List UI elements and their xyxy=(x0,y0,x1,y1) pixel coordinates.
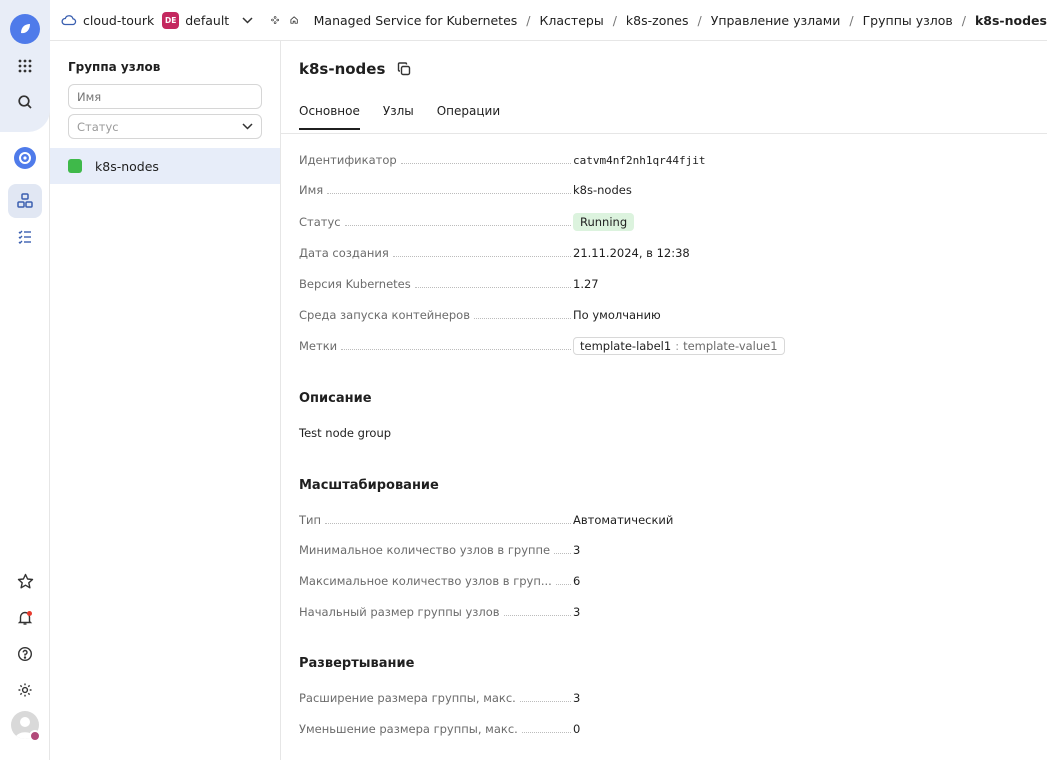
created-value: 21.11.2024, в 12:38 xyxy=(573,246,690,260)
info-row-k8s-version: Версия Kubernetes 1.27 xyxy=(299,275,819,293)
tab-operations[interactable]: Операции xyxy=(437,104,500,130)
description-title: Описание xyxy=(299,391,372,406)
breadcrumb-current: k8s-nodes xyxy=(974,12,1047,28)
breadcrumb-node-groups[interactable]: Группы узлов xyxy=(863,13,953,28)
info-row-id: Идентификатор catvm4nf2nh1qr44fjit xyxy=(299,151,819,169)
left-rail xyxy=(0,0,50,760)
info-row-runtime: Среда запуска контейнеров По умолчанию xyxy=(299,306,819,324)
status-badge: Running xyxy=(573,213,635,231)
status-filter-placeholder: Статус xyxy=(77,119,119,134)
label-value: template-value1 xyxy=(683,339,778,353)
star-icon[interactable] xyxy=(8,564,42,598)
description-text: Test node group xyxy=(299,426,392,440)
name-value: k8s-nodes xyxy=(573,183,632,197)
initial-size-value: 3 xyxy=(573,605,581,619)
panel-title: Группа узлов xyxy=(68,60,161,74)
folder-name: default xyxy=(185,12,230,28)
notification-dot xyxy=(27,611,32,616)
label-chip[interactable]: template-label1 : template-value1 xyxy=(573,337,785,355)
info-row-max-nodes: Максимальное количество узлов в груп... … xyxy=(299,572,819,590)
k8s-version-label: Версия Kubernetes xyxy=(299,277,411,291)
max-nodes-value: 6 xyxy=(573,574,581,588)
tab-nodes[interactable]: Узлы xyxy=(383,104,414,130)
main-content: k8s-nodes Основное Узлы Операции Идентиф… xyxy=(281,41,1047,760)
status-filter-select[interactable]: Статус xyxy=(68,114,262,139)
kubernetes-service-icon[interactable] xyxy=(8,141,42,175)
page-title: k8s-nodes xyxy=(299,60,386,78)
cloud-icon xyxy=(61,15,77,26)
min-nodes-label: Минимальное количество узлов в группе xyxy=(299,543,551,557)
top-header: cloud-tourk DE default Managed Service f… xyxy=(50,0,1047,41)
info-row-min-nodes: Минимальное количество узлов в группе 3 xyxy=(299,541,819,559)
info-row-created: Дата создания 21.11.2024, в 12:38 xyxy=(299,244,819,262)
name-filter-input[interactable] xyxy=(68,84,262,109)
breadcrumb-k8s-service[interactable]: Managed Service for Kubernetes xyxy=(314,13,518,28)
node-group-name: k8s-nodes xyxy=(95,158,159,174)
scaling-title: Масштабирование xyxy=(299,478,439,493)
avatar-badge xyxy=(29,730,41,742)
breadcrumb-clusters[interactable]: Кластеры xyxy=(540,13,604,28)
cloud-logo-icon[interactable] xyxy=(10,14,40,44)
chevron-down-icon[interactable] xyxy=(242,16,253,24)
breadcrumb-cluster[interactable]: k8s-zones xyxy=(626,13,689,28)
search-icon[interactable] xyxy=(8,85,42,119)
folder-badge: DE xyxy=(162,11,180,29)
breadcrumb-separator: / xyxy=(697,12,702,28)
id-label: Идентификатор xyxy=(299,153,397,167)
node-management-icon[interactable] xyxy=(8,184,42,218)
breadcrumb-separator: / xyxy=(526,12,531,28)
scaling-type-label: Тип xyxy=(299,513,322,527)
copy-icon[interactable] xyxy=(396,61,412,77)
info-row-scaling-type: Тип Автоматический xyxy=(299,511,819,529)
deployment-title: Развертывание xyxy=(299,656,415,671)
labels-label: Метки xyxy=(299,339,338,353)
created-label: Дата создания xyxy=(299,246,389,260)
chevron-down-icon xyxy=(242,123,253,130)
breadcrumb-separator: / xyxy=(849,12,854,28)
runtime-label: Среда запуска контейнеров xyxy=(299,308,470,322)
settings-gear-icon[interactable] xyxy=(8,673,42,707)
operations-list-icon[interactable] xyxy=(8,220,42,254)
cloud-name: cloud-tourk xyxy=(83,12,155,28)
cloud-selector[interactable]: cloud-tourk DE default xyxy=(61,11,253,29)
info-row-name: Имя k8s-nodes xyxy=(299,181,819,199)
id-value: catvm4nf2nh1qr44fjit xyxy=(573,153,706,167)
name-label: Имя xyxy=(299,183,324,197)
tabs: Основное Узлы Операции xyxy=(299,104,523,130)
info-row-initial-size: Начальный размер группы узлов 3 xyxy=(299,603,819,621)
max-expansion-value: 3 xyxy=(573,691,581,705)
group-status-square-icon xyxy=(68,159,82,173)
label-key: template-label1 xyxy=(580,339,672,353)
min-nodes-value: 3 xyxy=(573,543,581,557)
breadcrumb-separator: / xyxy=(961,12,966,28)
services-grid-icon[interactable] xyxy=(8,49,42,83)
breadcrumb-node-management[interactable]: Управление узлами xyxy=(711,13,841,28)
info-row-max-expansion: Расширение размера группы, макс. 3 xyxy=(299,689,819,707)
tabs-divider xyxy=(281,133,1047,134)
info-row-labels: Метки template-label1 : template-value1 xyxy=(299,337,819,355)
max-unavailable-label: Уменьшение размера группы, макс. xyxy=(299,722,518,736)
help-icon[interactable] xyxy=(8,637,42,671)
scaling-type-value: Автоматический xyxy=(573,513,674,527)
status-label: Статус xyxy=(299,215,341,229)
label-separator: : xyxy=(675,339,680,353)
runtime-value: По умолчанию xyxy=(573,308,661,322)
info-row-max-unavailable: Уменьшение размера группы, макс. 0 xyxy=(299,720,819,738)
max-expansion-label: Расширение размера группы, макс. xyxy=(299,691,516,705)
node-group-item[interactable]: k8s-nodes xyxy=(50,148,280,184)
home-icon[interactable] xyxy=(290,13,299,27)
tab-overview[interactable]: Основное xyxy=(299,104,360,130)
max-nodes-label: Максимальное количество узлов в груп... xyxy=(299,574,552,588)
max-unavailable-value: 0 xyxy=(573,722,581,736)
node-group-panel: Группа узлов Статус k8s-nodes xyxy=(50,41,281,760)
service-nodes-icon[interactable] xyxy=(271,13,280,27)
initial-size-label: Начальный размер группы узлов xyxy=(299,605,500,619)
k8s-version-value: 1.27 xyxy=(573,277,599,291)
breadcrumb-separator: / xyxy=(612,12,617,28)
bell-icon[interactable] xyxy=(8,601,42,635)
info-row-status: Статус Running xyxy=(299,213,819,231)
